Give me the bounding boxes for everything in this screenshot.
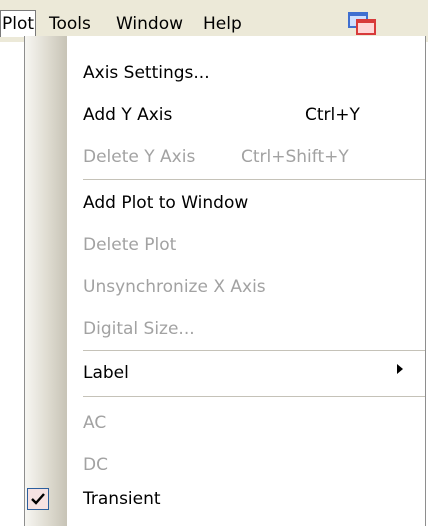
menu-item-axis-settings-label: Axis Settings... xyxy=(83,63,210,83)
menu-icon-gutter xyxy=(25,36,67,526)
menu-plot-label: Plot xyxy=(2,14,35,34)
shortcut-delete-y-axis: Ctrl+Shift+Y xyxy=(241,147,349,167)
menu-item-label-label: Label xyxy=(83,363,129,383)
menu-item-add-y-axis-label: Add Y Axis xyxy=(83,105,173,125)
submenu-arrow-icon xyxy=(397,364,403,374)
menu-plot[interactable]: Plot xyxy=(0,10,37,37)
tile-windows-icon[interactable] xyxy=(348,11,376,37)
menu-item-ac-label: AC xyxy=(83,413,107,433)
menu-item-add-y-axis[interactable]: Add Y Axis xyxy=(83,100,172,130)
menu-window[interactable]: Window xyxy=(116,11,183,37)
menu-item-digital-size[interactable]: Digital Size... xyxy=(83,314,195,344)
menu-item-transient[interactable]: Transient xyxy=(83,484,161,514)
menu-item-transient-label: Transient xyxy=(83,489,161,509)
menu-help[interactable]: Help xyxy=(203,11,242,37)
menu-window-label: Window xyxy=(116,14,184,34)
menu-item-digital-size-label: Digital Size... xyxy=(83,319,195,339)
menu-item-unsynchronize-x-axis-label: Unsynchronize X Axis xyxy=(83,277,266,297)
menu-tools-label: Tools xyxy=(49,14,91,34)
menu-item-dc[interactable]: DC xyxy=(83,450,108,480)
menu-item-delete-y-axis-label: Delete Y Axis xyxy=(83,147,196,167)
menu-separator xyxy=(83,179,425,180)
menu-tools[interactable]: Tools xyxy=(49,11,91,37)
menu-separator xyxy=(83,350,425,351)
plot-dropdown-menu: Axis Settings... Add Y Axis Ctrl+Y Delet… xyxy=(24,36,426,526)
checkmark-icon xyxy=(31,493,45,505)
menu-item-ac[interactable]: AC xyxy=(83,408,106,438)
menu-item-dc-label: DC xyxy=(83,455,108,475)
transient-check-indicator xyxy=(27,488,49,510)
shortcut-add-y-axis: Ctrl+Y xyxy=(305,105,360,125)
menu-item-delete-plot-label: Delete Plot xyxy=(83,235,177,255)
menu-item-unsynchronize-x-axis[interactable]: Unsynchronize X Axis xyxy=(83,272,266,302)
menu-item-delete-y-axis[interactable]: Delete Y Axis xyxy=(83,142,195,172)
menu-item-delete-plot[interactable]: Delete Plot xyxy=(83,230,176,260)
menu-item-add-plot-to-window[interactable]: Add Plot to Window xyxy=(83,188,248,218)
menu-help-label: Help xyxy=(203,14,242,34)
menu-item-add-plot-to-window-label: Add Plot to Window xyxy=(83,193,249,213)
menu-separator xyxy=(83,396,425,397)
menu-item-label[interactable]: Label xyxy=(83,358,129,388)
menu-item-axis-settings[interactable]: Axis Settings... xyxy=(83,58,210,88)
